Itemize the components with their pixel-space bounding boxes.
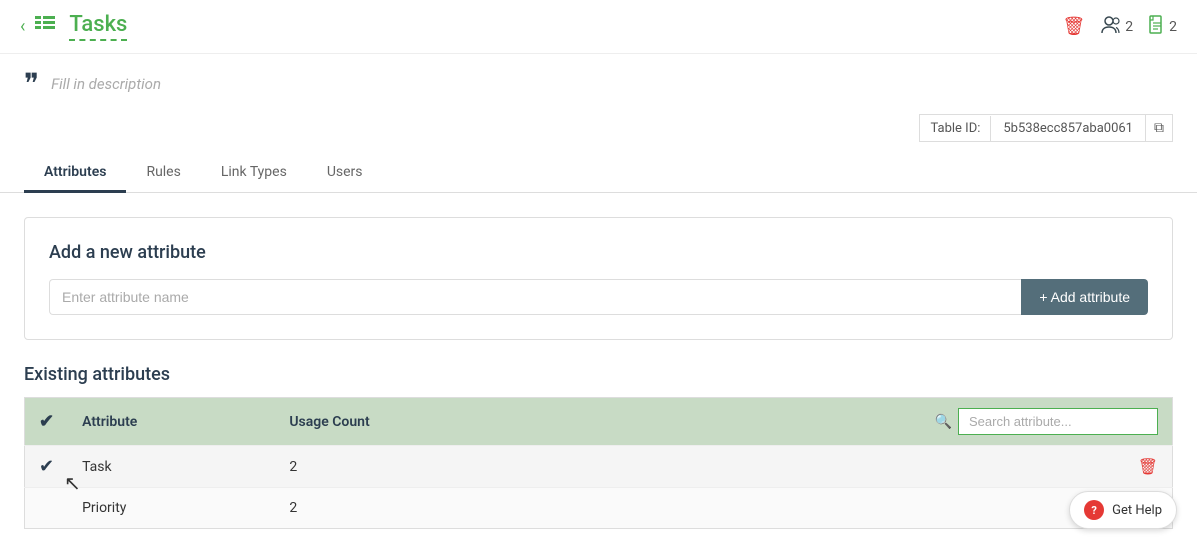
add-attribute-card: Add a new attribute + Add attribute (24, 217, 1173, 340)
existing-attributes-section: Existing attributes ✔ Attribute Usage Co… (24, 364, 1173, 529)
docs-count: 2 (1169, 19, 1177, 35)
tab-attributes[interactable]: Attributes (24, 154, 126, 193)
docs-icon (1149, 15, 1165, 39)
row-usage-count: 2 (275, 446, 545, 488)
delete-row-button[interactable]: 🗑 (1138, 457, 1158, 477)
table-id-label: Table ID: (920, 116, 991, 141)
table-row: ✔ Task 2 🗑 (25, 446, 1173, 488)
description-placeholder[interactable]: Fill in description (51, 75, 161, 93)
header-check-icon: ✔ (39, 411, 54, 432)
table-header-row: ✔ Attribute Usage Count 🔍 (25, 398, 1173, 446)
search-attribute-input[interactable] (958, 408, 1158, 435)
row-check-icon: ✔ (39, 456, 54, 477)
get-help-label: Get Help (1112, 503, 1162, 518)
row-actions: 🗑 (545, 446, 1172, 488)
delete-icon: 🗑 (1062, 16, 1085, 37)
tabs-container: Attributes Rules Link Types Users (0, 154, 1197, 193)
app-title: Tasks (69, 12, 127, 41)
users-button[interactable]: 2 (1101, 16, 1133, 38)
get-help-button[interactable]: ? Get Help (1069, 491, 1177, 529)
row-attribute-name: Task (68, 446, 275, 488)
users-icon (1101, 16, 1121, 38)
row-check-cell (25, 488, 69, 529)
table-row: Priority 2 🗑 (25, 488, 1173, 529)
row-attribute-name: Priority (68, 488, 275, 529)
col-check: ✔ (25, 398, 69, 446)
tab-rules[interactable]: Rules (126, 154, 200, 193)
table-id-row: Table ID: 5b538ecc857aba0061 ⧉ (0, 114, 1197, 150)
col-search: 🔍 (545, 398, 1172, 446)
table-id-value: 5b538ecc857aba0061 (991, 116, 1145, 141)
tab-users[interactable]: Users (307, 154, 383, 193)
header: ‹ Tasks 🗑 (0, 0, 1197, 54)
header-left: ‹ Tasks (20, 12, 127, 41)
col-usage-count: Usage Count (275, 398, 545, 446)
users-count: 2 (1125, 19, 1133, 35)
attribute-name-input[interactable] (49, 279, 1021, 315)
add-attribute-row: + Add attribute (49, 279, 1148, 315)
get-help-icon: ? (1084, 500, 1104, 520)
search-icon: 🔍 (935, 414, 952, 430)
cursor: ↖ (64, 471, 76, 489)
row-usage-count: 2 (275, 488, 545, 529)
main-content: Add a new attribute + Add attribute Exis… (0, 193, 1197, 553)
existing-attributes-title: Existing attributes (24, 364, 1173, 385)
row-check-cell: ✔ (25, 446, 69, 488)
col-attribute: Attribute (68, 398, 275, 446)
list-icon[interactable] (35, 16, 55, 37)
add-attribute-button[interactable]: + Add attribute (1021, 279, 1148, 315)
description-area: ❞ Fill in description (0, 54, 1197, 114)
header-right: 🗑 2 (1062, 15, 1177, 39)
docs-button[interactable]: 2 (1149, 15, 1177, 39)
table-id-container: Table ID: 5b538ecc857aba0061 ⧉ (919, 114, 1173, 142)
delete-button[interactable]: 🗑 (1062, 16, 1085, 37)
add-attribute-title: Add a new attribute (49, 242, 1148, 263)
back-button[interactable]: ‹ (20, 16, 25, 37)
copy-id-button[interactable]: ⧉ (1145, 115, 1172, 141)
attributes-table: ✔ Attribute Usage Count 🔍 ✔ (24, 397, 1173, 529)
quote-icon: ❞ (24, 70, 39, 98)
tab-link-types[interactable]: Link Types (201, 154, 307, 193)
